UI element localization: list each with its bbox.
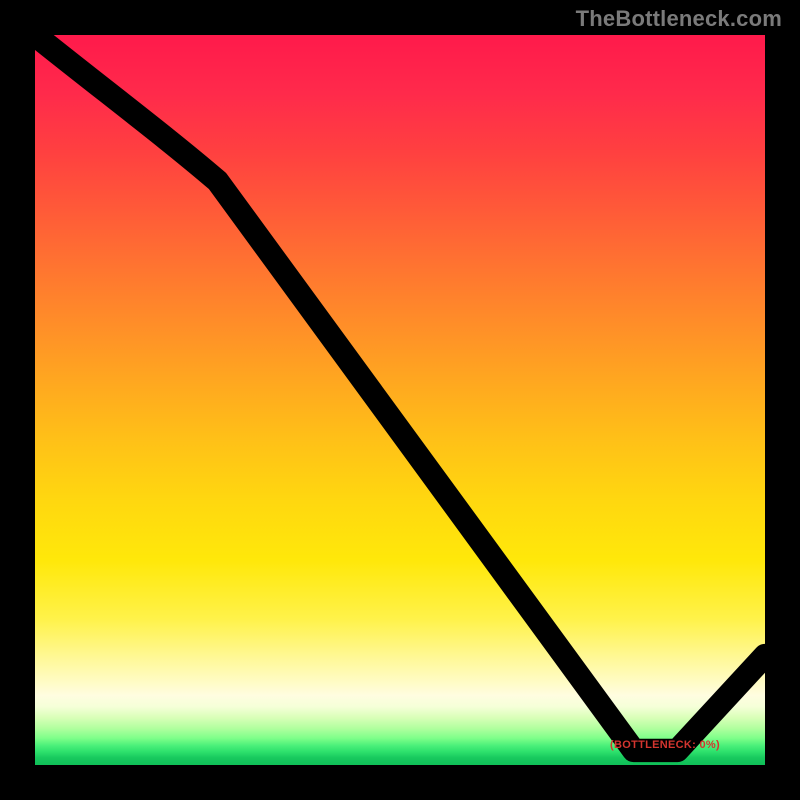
- plot-area: (BOTTLENECK: 0%): [30, 30, 770, 770]
- chart-frame: TheBottleneck.com (BOTTLENECK: 0%): [0, 0, 800, 800]
- watermark-text: TheBottleneck.com: [576, 6, 782, 32]
- baseline-annotation: (BOTTLENECK: 0%): [610, 739, 720, 751]
- bottleneck-curve: [35, 35, 765, 765]
